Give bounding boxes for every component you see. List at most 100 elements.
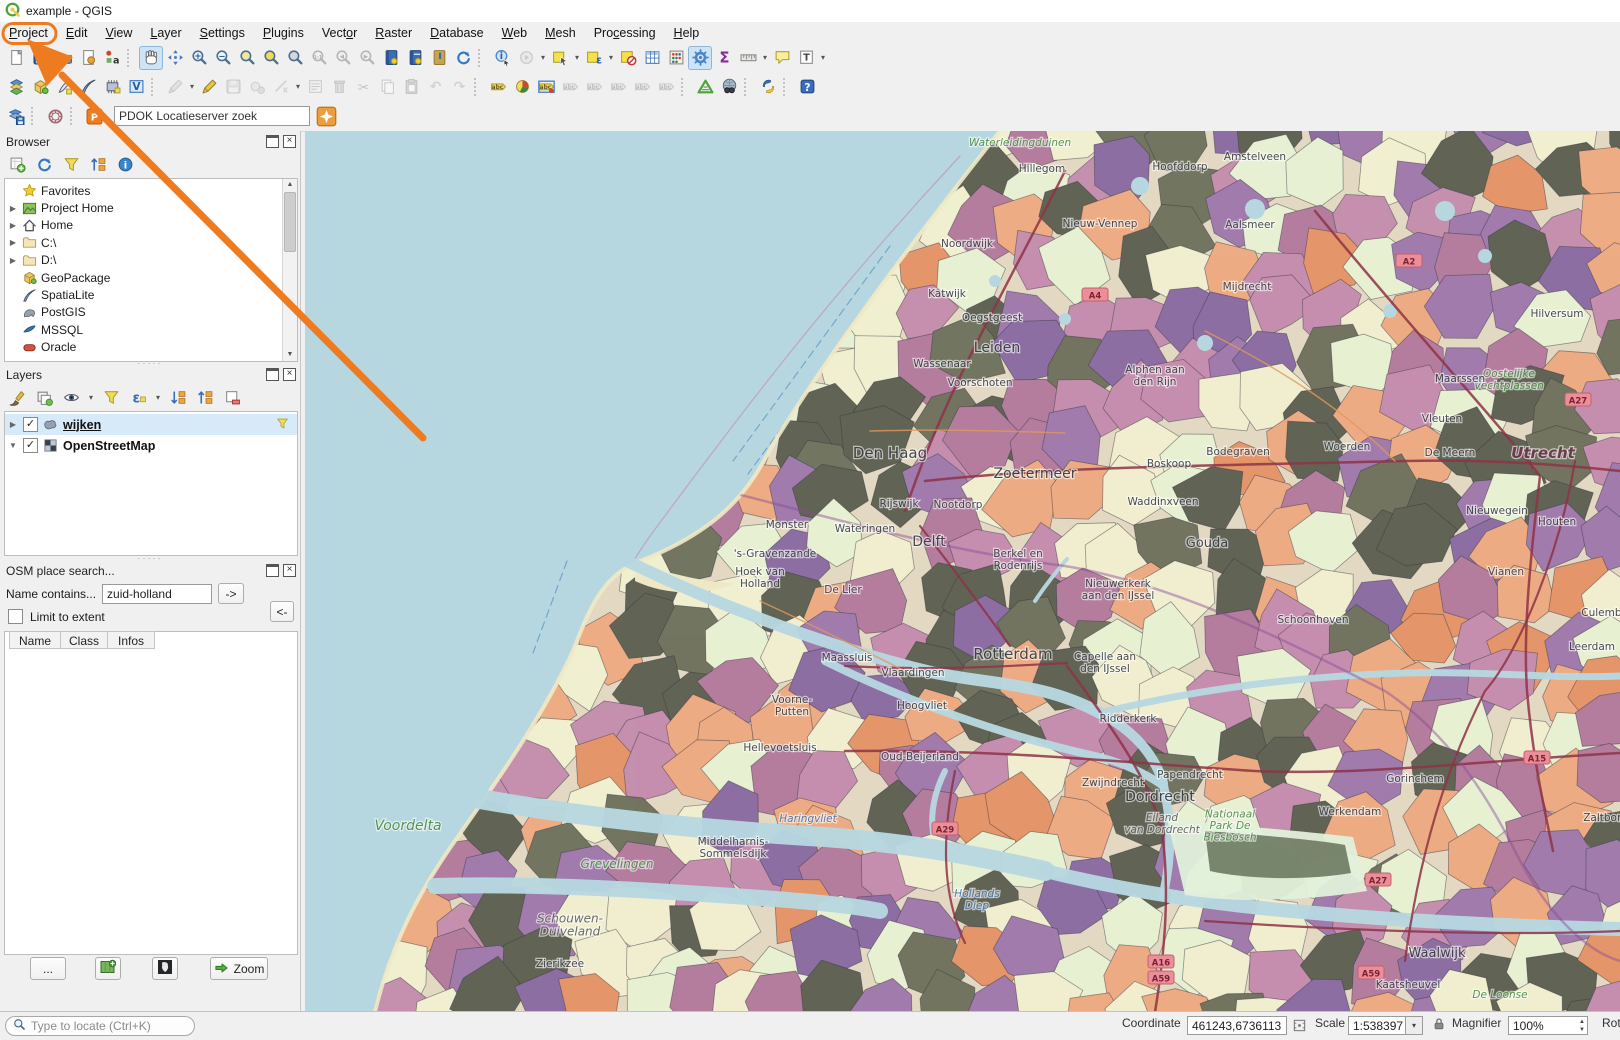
osm-column-name[interactable]: Name [9,631,61,649]
expand-arrow-icon[interactable]: ▶ [8,221,18,230]
text-annotation-dropdown[interactable]: ▾ [818,53,828,62]
zoom-full-button[interactable] [235,46,259,70]
osm-more-button[interactable]: ... [30,957,66,980]
osm-place-search-toggle-button[interactable] [717,75,741,99]
filter-legend-expression-button[interactable]: ε [126,385,150,409]
pdok-locatieserver-go-button[interactable] [314,104,338,128]
identify-features-button[interactable]: i [490,46,514,70]
magnifier-spinbox[interactable]: 100% ▲▼ [1508,1016,1588,1035]
locator-search[interactable]: Type to locate (Ctrl+K) [5,1016,195,1036]
menu-processing[interactable]: Processing [585,24,665,42]
menu-web[interactable]: Web [493,24,536,42]
python-console-button[interactable] [756,75,780,99]
expand-arrow-icon[interactable]: ▼ [8,441,18,450]
browser-item-spatialite[interactable]: SpatiaLite [5,286,297,303]
open-data-source-manager-button[interactable] [4,75,28,99]
browser-item-oracle[interactable]: Oracle [5,339,297,356]
enable-properties-widget-button[interactable]: i [113,152,137,176]
plugin-help-button[interactable]: ? [795,75,819,99]
grass-tools-button[interactable] [693,75,717,99]
new-spatial-bookmark-button[interactable] [379,46,403,70]
menu-edit[interactable]: Edit [57,24,97,42]
panel-splitter[interactable]: ····· [0,555,300,561]
filter-browser-button[interactable] [59,152,83,176]
extents-icon[interactable] [1292,1018,1307,1036]
new-spatialite-layer-button[interactable] [76,75,100,99]
browser-item-postgis[interactable]: PostGIS [5,304,297,321]
select-by-expression-dropdown[interactable]: ▾ [606,53,616,62]
expand-arrow-icon[interactable]: ▶ [8,420,18,429]
browser-item-d-[interactable]: ▶ D:\ [5,252,297,269]
osm-add-to-map-button[interactable] [95,957,121,980]
deselect-all-button[interactable] [616,46,640,70]
zoom-to-layer-button[interactable] [283,46,307,70]
osm-close-icon[interactable]: × [283,564,296,577]
scale-dropdown[interactable]: ▾ [1405,1016,1423,1035]
collapse-all-button[interactable] [86,152,110,176]
new-temporary-scratch-layer-button[interactable] [100,75,124,99]
menu-settings[interactable]: Settings [191,24,254,42]
measure-dropdown[interactable]: ▾ [760,53,770,62]
zoom-in-button[interactable]: + [187,46,211,70]
browser-item-favorites[interactable]: Favorites [5,182,297,199]
menu-vector[interactable]: Vector [313,24,366,42]
menu-view[interactable]: View [96,24,141,42]
osm-search-button[interactable]: -> [218,583,244,604]
pdok-search-input[interactable] [114,106,310,126]
expand-all-layers-button[interactable] [166,385,190,409]
layers-float-icon[interactable] [266,368,279,381]
osm-float-icon[interactable] [266,564,279,577]
text-annotation-button[interactable]: T [794,46,818,70]
menu-raster[interactable]: Raster [366,24,421,42]
layer-item-openstreetmap[interactable]: ▼ ✓ OpenStreetMap [5,435,297,456]
select-features-dropdown[interactable]: ▾ [572,53,582,62]
layer-visibility-checkbox[interactable]: ✓ [23,417,38,432]
pdok-services-button[interactable]: P [82,104,106,128]
toggle-editing-button[interactable] [197,75,221,99]
scroll-up-icon[interactable]: ▲ [283,179,297,191]
osm-world-button[interactable] [152,957,178,980]
limit-to-extent-checkbox[interactable] [8,609,23,624]
collapse-all-layers-button[interactable] [193,385,217,409]
open-attribute-table-button[interactable] [640,46,664,70]
processing-toolbox-button[interactable] [688,46,712,70]
manage-map-themes-button[interactable] [59,385,83,409]
measure-button[interactable] [736,46,760,70]
expand-arrow-icon[interactable]: ▶ [8,256,18,265]
browser-close-icon[interactable]: × [283,135,296,148]
browser-float-icon[interactable] [266,135,279,148]
osm-column-class[interactable]: Class [60,631,108,649]
save-project-button[interactable] [28,46,52,70]
browser-item-home[interactable]: ▶ Home [5,217,297,234]
lock-icon[interactable] [1432,1017,1446,1034]
layer-filter-icon[interactable] [276,417,289,433]
pan-to-selection-button[interactable] [163,46,187,70]
nlextract-plugin-button[interactable] [43,104,67,128]
new-project-button[interactable] [4,46,28,70]
highlight-pinned-labels-button[interactable]: abc [534,75,558,99]
zoom-to-selection-button[interactable] [259,46,283,70]
add-selected-layers-button[interactable] [5,152,29,176]
menu-help[interactable]: Help [665,24,709,42]
osm-back-button[interactable]: <- [270,601,294,622]
add-group-button[interactable] [32,385,56,409]
menu-mesh[interactable]: Mesh [536,24,585,42]
browser-scrollbar[interactable]: ▲ ▼ [282,179,297,361]
browser-item-c-[interactable]: ▶ C:\ [5,234,297,251]
layer-diagram-options-button[interactable] [510,75,534,99]
project-properties-button[interactable] [76,46,100,70]
new-shapefile-layer-button[interactable] [52,75,76,99]
osm-column-infos[interactable]: Infos [107,631,155,649]
temporal-controller-button[interactable] [427,46,451,70]
layer-visibility-checkbox[interactable]: ✓ [23,438,38,453]
style-manager-button[interactable]: a [100,46,124,70]
browser-item-project-home[interactable]: ▶ Project Home [5,199,297,216]
menu-layer[interactable]: Layer [141,24,190,42]
select-by-expression-button[interactable]: ε [582,46,606,70]
open-project-button[interactable] [52,46,76,70]
new-virtual-layer-button[interactable]: V [124,75,148,99]
menu-project[interactable]: Project [0,24,57,42]
field-calculator-button[interactable] [664,46,688,70]
coordinate-field[interactable]: 461243,6736113 [1187,1016,1287,1035]
pan-map-button[interactable] [139,46,163,70]
